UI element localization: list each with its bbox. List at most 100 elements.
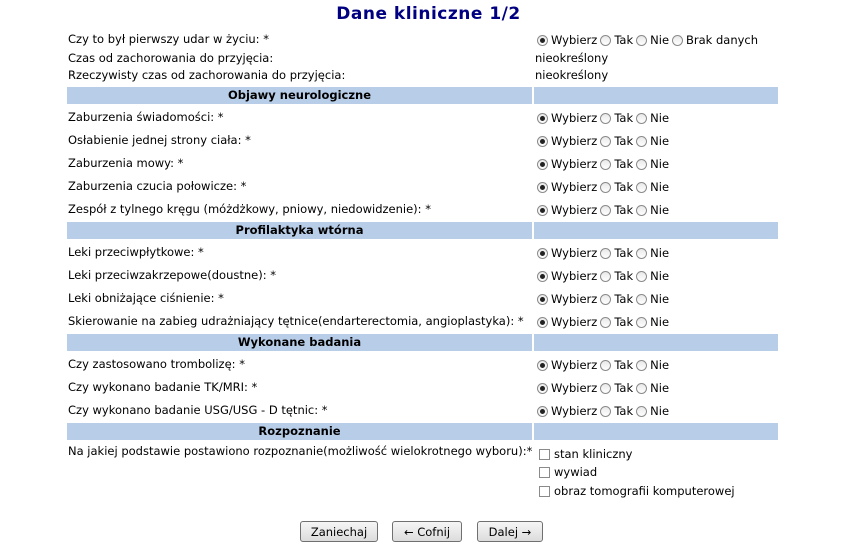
radio-icon[interactable] xyxy=(636,34,648,46)
radio-tak[interactable]: Tak xyxy=(600,269,633,283)
radio-nie[interactable]: Nie xyxy=(636,246,669,260)
radio-selected-icon[interactable] xyxy=(537,34,548,46)
radio-icon[interactable] xyxy=(636,382,648,394)
radio-icon[interactable] xyxy=(636,293,648,305)
radio-tak[interactable]: Tak xyxy=(600,157,633,171)
radio-wybierz[interactable]: Wybierz xyxy=(537,180,597,194)
radio-label: Nie xyxy=(650,292,670,306)
section-prof: Profilaktyka wtórna xyxy=(67,222,778,239)
radio-tak[interactable]: Tak xyxy=(600,292,633,306)
radio-nie[interactable]: Nie xyxy=(636,203,669,217)
radio-wybierz[interactable]: Wybierz xyxy=(537,246,597,260)
radio-tak[interactable]: Tak xyxy=(600,203,633,217)
exams-question-row: Czy wykonano badanie TK/MRI: * Wybierz Tak… xyxy=(67,377,778,399)
radio-tak[interactable]: Tak xyxy=(600,315,633,329)
radio-selected-icon[interactable] xyxy=(537,359,548,371)
radio-wybierz[interactable]: Wybierz xyxy=(537,358,597,372)
prof-question-row: Leki obniżające ciśnienie: * Wybierz Tak Ni… xyxy=(67,288,778,310)
radio-wybierz[interactable]: Wybierz xyxy=(537,134,597,148)
radio-selected-icon[interactable] xyxy=(537,158,548,170)
radio-selected-icon[interactable] xyxy=(537,247,548,259)
exams-question-row: Czy zastosowano trombolizę: * Wybierz Tak N… xyxy=(67,354,778,376)
radio-icon[interactable] xyxy=(600,204,612,216)
radio-wybierz[interactable]: Wybierz xyxy=(537,33,597,47)
radio-label: Wybierz xyxy=(551,381,598,395)
choice-stan-kliniczny[interactable]: stan kliniczny xyxy=(539,447,632,461)
checkbox-icon[interactable] xyxy=(539,448,550,460)
radio-selected-icon[interactable] xyxy=(537,204,548,216)
radio-icon[interactable] xyxy=(600,158,612,170)
radio-tak[interactable]: Tak xyxy=(600,33,633,47)
radio-nie[interactable]: Nie xyxy=(636,269,669,283)
radio-icon[interactable] xyxy=(600,181,612,193)
answer-radio-group: Wybierz Tak Nie xyxy=(537,180,672,194)
checkbox-icon[interactable] xyxy=(539,485,550,497)
radio-icon[interactable] xyxy=(600,405,612,417)
radio-nie[interactable]: Nie xyxy=(636,157,669,171)
radio-wybierz[interactable]: Wybierz xyxy=(537,157,597,171)
time-label: Czas od zachorowania do przyjęcia: xyxy=(68,51,274,65)
radio-selected-icon[interactable] xyxy=(537,135,548,147)
radio-label: Wybierz xyxy=(551,358,598,372)
radio-wybierz[interactable]: Wybierz xyxy=(537,269,597,283)
back-button[interactable]: ← Cofnij xyxy=(392,521,462,542)
radio-icon[interactable] xyxy=(600,135,612,147)
radio-tak[interactable]: Tak xyxy=(600,381,633,395)
checkbox-icon[interactable] xyxy=(539,466,550,478)
radio-selected-icon[interactable] xyxy=(537,270,548,282)
radio-wybierz[interactable]: Wybierz xyxy=(537,315,597,329)
radio-icon[interactable] xyxy=(672,34,684,46)
radio-selected-icon[interactable] xyxy=(537,405,548,417)
radio-icon[interactable] xyxy=(636,247,648,259)
radio-tak[interactable]: Tak xyxy=(600,358,633,372)
radio-wybierz[interactable]: Wybierz xyxy=(537,404,597,418)
radio-tak[interactable]: Tak xyxy=(600,246,633,260)
radio-icon[interactable] xyxy=(600,316,612,328)
radio-wybierz[interactable]: Wybierz xyxy=(537,111,597,125)
radio-selected-icon[interactable] xyxy=(537,293,548,305)
radio-icon[interactable] xyxy=(636,359,648,371)
choice-obraz-tk[interactable]: obraz tomografii komputerowej xyxy=(539,484,735,498)
radio-icon[interactable] xyxy=(636,316,648,328)
radio-icon[interactable] xyxy=(636,135,648,147)
radio-icon[interactable] xyxy=(636,405,648,417)
radio-wybierz[interactable]: Wybierz xyxy=(537,381,597,395)
choice-wywiad[interactable]: wywiad xyxy=(539,465,597,479)
radio-nie[interactable]: Nie xyxy=(636,180,669,194)
radio-selected-icon[interactable] xyxy=(537,181,548,193)
radio-brak-danych[interactable]: Brak danych xyxy=(672,33,758,47)
radio-tak[interactable]: Tak xyxy=(600,180,633,194)
radio-selected-icon[interactable] xyxy=(537,112,548,124)
radio-nie[interactable]: Nie xyxy=(636,404,669,418)
radio-nie[interactable]: Nie xyxy=(636,381,669,395)
radio-label: Tak xyxy=(614,180,634,194)
radio-icon[interactable] xyxy=(636,112,648,124)
radio-nie[interactable]: Nie xyxy=(636,111,669,125)
radio-icon[interactable] xyxy=(636,158,648,170)
radio-nie[interactable]: Nie xyxy=(636,33,669,47)
radio-icon[interactable] xyxy=(600,112,612,124)
radio-icon[interactable] xyxy=(600,293,612,305)
radio-icon[interactable] xyxy=(600,359,612,371)
neuro-question-row: Zaburzenia mowy: * Wybierz Tak Nie xyxy=(67,153,778,175)
radio-tak[interactable]: Tak xyxy=(600,111,633,125)
radio-icon[interactable] xyxy=(600,34,612,46)
radio-wybierz[interactable]: Wybierz xyxy=(537,203,597,217)
radio-selected-icon[interactable] xyxy=(537,316,548,328)
radio-icon[interactable] xyxy=(636,204,648,216)
radio-tak[interactable]: Tak xyxy=(600,134,633,148)
radio-icon[interactable] xyxy=(600,270,612,282)
radio-nie[interactable]: Nie xyxy=(636,134,669,148)
radio-icon[interactable] xyxy=(600,382,612,394)
cancel-button[interactable]: Zaniechaj xyxy=(300,521,378,542)
radio-nie[interactable]: Nie xyxy=(636,292,669,306)
radio-nie[interactable]: Nie xyxy=(636,358,669,372)
radio-icon[interactable] xyxy=(636,270,648,282)
radio-selected-icon[interactable] xyxy=(537,382,548,394)
radio-icon[interactable] xyxy=(636,181,648,193)
radio-wybierz[interactable]: Wybierz xyxy=(537,292,597,306)
radio-tak[interactable]: Tak xyxy=(600,404,633,418)
next-button[interactable]: Dalej → xyxy=(477,521,543,542)
radio-icon[interactable] xyxy=(600,247,612,259)
radio-nie[interactable]: Nie xyxy=(636,315,669,329)
